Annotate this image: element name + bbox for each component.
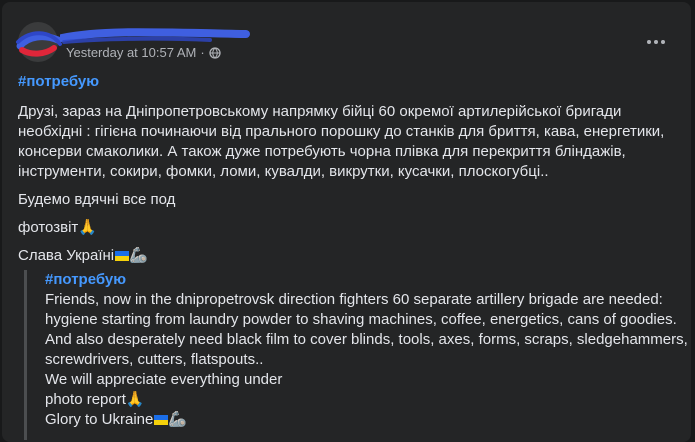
post-text: фотозвіт — [18, 219, 79, 236]
facebook-post: Yesterday at 10:57 AM · #потребую Друзі,… — [2, 2, 691, 442]
post-body: #потребую Друзі, зараз на Дніпропетровсь… — [18, 72, 683, 266]
translation-text: We will appreciate everything under — [45, 371, 283, 388]
post-text: Слава Україні — [18, 247, 115, 264]
post-timestamp[interactable]: Yesterday at 10:57 AM — [66, 45, 196, 60]
post-paragraph: фотозвіт🙏 — [18, 218, 683, 238]
pray-emoji: 🙏 — [125, 391, 145, 408]
pray-emoji: 🙏 — [78, 219, 97, 236]
translation-block: #потребую Friends, now in the dnipropetr… — [24, 270, 695, 440]
meta-separator: · — [200, 45, 205, 60]
avatar-redaction — [16, 31, 62, 57]
flexed-arm-emoji: 🦾 — [168, 411, 188, 428]
translation-text-part: Glory to Ukraine — [45, 411, 154, 428]
ukraine-flag-icon — [154, 415, 169, 425]
post-paragraph: Друзі, зараз на Дніпропетровському напря… — [18, 103, 665, 180]
post-meta: Yesterday at 10:57 AM · — [66, 45, 221, 60]
translation-text: Friends, now in the dnipropetrovsk direc… — [45, 291, 688, 368]
flexed-arm-emoji: 🦾 — [129, 247, 148, 264]
post-paragraph: Слава Україні 🦾 — [18, 246, 683, 266]
more-options-icon[interactable] — [642, 30, 670, 54]
more-dot — [654, 40, 658, 44]
hashtag-link[interactable]: #потребую — [45, 270, 126, 290]
translation-text-part: photo report — [45, 391, 126, 408]
translation-text: photo report🙏 — [45, 390, 695, 410]
more-dot — [647, 40, 651, 44]
globe-icon[interactable] — [209, 46, 221, 59]
post-paragraph: Будемо вдячні все под — [18, 191, 176, 208]
translation-text: Glory to Ukraine 🦾 — [45, 410, 695, 430]
hashtag-link[interactable]: #потребую — [18, 72, 99, 92]
ukraine-flag-icon — [115, 251, 130, 261]
more-dot — [661, 40, 665, 44]
